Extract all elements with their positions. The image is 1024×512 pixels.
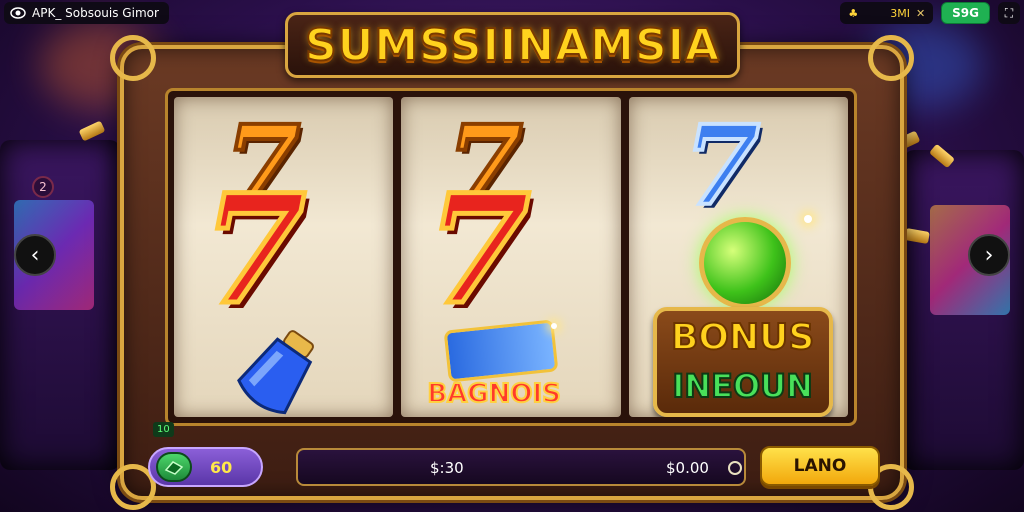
reel-3: 7 BONUS INEOUN [628,97,848,417]
tiny-tag-value: 10 [157,424,170,435]
app-label: APK_ Sobsouis Gimor [32,6,159,20]
bonus-label: BONUS [670,316,815,359]
refresh-icon[interactable] [728,461,742,475]
bet-amount: $:30 [430,459,464,477]
sparkle [803,215,812,223]
reel-1: 7 7 [174,97,394,417]
frame-ornament [868,35,914,81]
frame-ornament [110,35,156,81]
app-header: APK_ Sobsouis Gimor [4,2,169,24]
top-right-controls: ♣ 3MI ✕ S9G ⛶ [840,2,1020,24]
win-amount: $0.00 [666,459,709,477]
seven-symbol: 7 [199,162,308,338]
seven-symbol: 7 [682,101,763,230]
game-title-plaque: SUMSSIINAMSIA [285,12,740,78]
next-game-button[interactable]: › [968,234,1010,276]
chevron-left-icon: ‹ [30,242,40,268]
coin-value: 60 [210,457,233,477]
symbol-label: BAGNOIS [426,378,562,410]
tiny-tag: 10 [153,422,174,437]
expand-button[interactable]: ⛶ [998,2,1020,24]
crossed-swords-icon: ✕ [915,6,926,20]
sparkle [551,323,558,329]
previous-game-button[interactable]: ‹ [14,234,56,276]
side-badge: 2 [32,176,54,198]
bell-icon: ♣ [848,6,859,20]
potion-bottle-icon [237,330,314,415]
bonus-sublabel: INEOUN [671,366,814,406]
eye-logo-icon [10,7,26,19]
stat-value: 3MI [890,6,910,20]
floating-coin [78,120,106,142]
reel-2: 7 7 BAGNOIS [401,97,621,417]
spin-label: LANO [793,456,847,476]
game-title: SUMSSIINAMSIA [304,19,721,72]
green-orb-symbol [698,217,791,309]
chevron-right-icon: › [984,242,994,268]
chest-symbol [443,319,559,383]
bg-arcade-machine-left [0,140,120,470]
bg-arcade-machine-right [904,150,1024,470]
side-badge-value: 2 [39,180,47,194]
balance-label: S9G [952,6,979,20]
bonus-symbol: BONUS INEOUN [652,307,833,417]
balance-display: $:30 $0.00 [296,448,746,486]
coin-bet-button[interactable]: 60 [148,447,263,487]
expand-icon: ⛶ [1004,5,1014,20]
balance-pill[interactable]: S9G [941,2,990,24]
seven-symbol: 7 [424,162,533,338]
coin-stack-icon [156,452,192,482]
stat-pill: ♣ 3MI ✕ [840,2,934,24]
reels-area: 7 7 7 7 BAGNOIS 7 BONUS INEOUN [165,88,857,426]
spin-button[interactable]: LANO [760,446,880,486]
